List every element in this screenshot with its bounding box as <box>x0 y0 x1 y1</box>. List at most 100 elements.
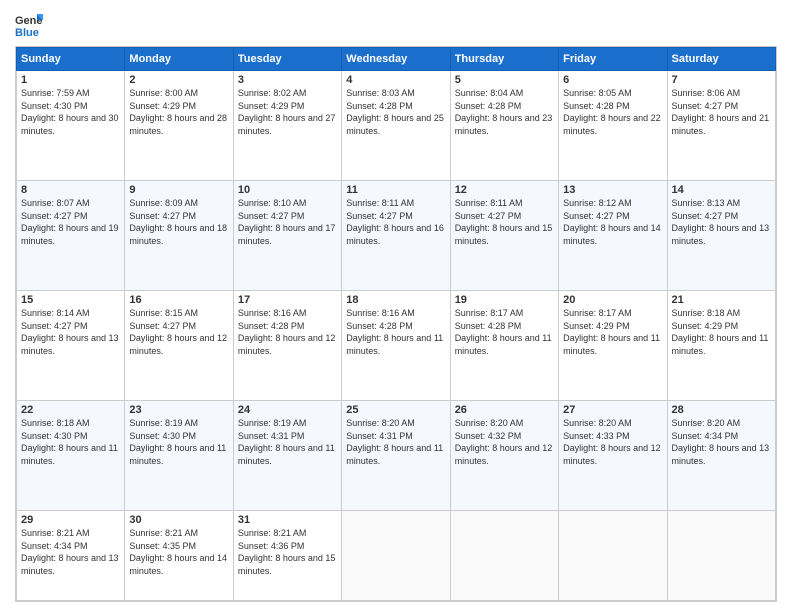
day-info: Sunrise: 8:11 AMSunset: 4:27 PMDaylight:… <box>346 198 444 246</box>
day-cell-10: 10 Sunrise: 8:10 AMSunset: 4:27 PMDayligh… <box>233 181 341 291</box>
day-number: 27 <box>563 404 662 416</box>
day-number: 4 <box>346 74 445 86</box>
day-number: 26 <box>455 404 554 416</box>
day-cell-27: 27 Sunrise: 8:20 AMSunset: 4:33 PMDayligh… <box>559 401 667 511</box>
day-header-sunday: Sunday <box>17 48 125 71</box>
day-info: Sunrise: 8:07 AMSunset: 4:27 PMDaylight:… <box>21 198 119 246</box>
day-info: Sunrise: 8:12 AMSunset: 4:27 PMDaylight:… <box>563 198 661 246</box>
day-cell-28: 28Sunrise: 8:20 AMSunset: 4:34 PMDayligh… <box>667 401 775 511</box>
empty-cell <box>450 511 558 601</box>
day-cell-25: 25 Sunrise: 8:20 AMSunset: 4:31 PMDayligh… <box>342 401 450 511</box>
day-number: 9 <box>129 184 228 196</box>
day-info: Sunrise: 8:21 AMSunset: 4:35 PMDaylight:… <box>129 528 227 576</box>
day-number: 1 <box>21 74 120 86</box>
day-cell-14: 14 Sunrise: 8:13 AMSunset: 4:27 PMDayligh… <box>667 181 775 291</box>
day-info: Sunrise: 8:03 AMSunset: 4:28 PMDaylight:… <box>346 88 444 136</box>
day-info: Sunrise: 8:20 AMSunset: 4:32 PMDaylight:… <box>455 418 553 466</box>
day-cell-19: 19Sunrise: 8:17 AMSunset: 4:28 PMDayligh… <box>450 291 558 401</box>
day-number: 3 <box>238 74 337 86</box>
day-number: 15 <box>21 294 120 306</box>
page-header: General Blue <box>15 10 777 38</box>
day-cell-30: 30 Sunrise: 8:21 AMSunset: 4:35 PMDayligh… <box>125 511 233 601</box>
day-number: 14 <box>672 184 771 196</box>
day-cell-12: 12 Sunrise: 8:11 AMSunset: 4:27 PMDayligh… <box>450 181 558 291</box>
day-number: 20 <box>563 294 662 306</box>
svg-text:Blue: Blue <box>15 27 39 38</box>
day-number: 18 <box>346 294 445 306</box>
day-info: Sunrise: 8:06 AMSunset: 4:27 PMDaylight:… <box>672 88 770 136</box>
day-number: 21 <box>672 294 771 306</box>
day-cell-7: 7 Sunrise: 8:06 AMSunset: 4:27 PMDaylight… <box>667 71 775 181</box>
day-info: Sunrise: 8:09 AMSunset: 4:27 PMDaylight:… <box>129 198 227 246</box>
day-number: 24 <box>238 404 337 416</box>
day-cell-5: 5 Sunrise: 8:04 AMSunset: 4:28 PMDaylight… <box>450 71 558 181</box>
day-info: Sunrise: 8:11 AMSunset: 4:27 PMDaylight:… <box>455 198 553 246</box>
empty-cell <box>559 511 667 601</box>
day-number: 22 <box>21 404 120 416</box>
day-cell-26: 26 Sunrise: 8:20 AMSunset: 4:32 PMDayligh… <box>450 401 558 511</box>
day-info: Sunrise: 8:21 AMSunset: 4:36 PMDaylight:… <box>238 528 336 576</box>
day-number: 5 <box>455 74 554 86</box>
day-cell-29: 29 Sunrise: 8:21 AMSunset: 4:34 PMDayligh… <box>17 511 125 601</box>
day-number: 13 <box>563 184 662 196</box>
day-cell-4: 4 Sunrise: 8:03 AMSunset: 4:28 PMDaylight… <box>342 71 450 181</box>
day-cell-1: 1 Sunrise: 7:59 AMSunset: 4:30 PMDaylight… <box>17 71 125 181</box>
day-number: 8 <box>21 184 120 196</box>
day-info: Sunrise: 8:16 AMSunset: 4:28 PMDaylight:… <box>238 308 336 356</box>
day-number: 7 <box>672 74 771 86</box>
empty-cell <box>667 511 775 601</box>
day-cell-22: 22 Sunrise: 8:18 AMSunset: 4:30 PMDayligh… <box>17 401 125 511</box>
day-number: 12 <box>455 184 554 196</box>
day-cell-3: 3Sunrise: 8:02 AMSunset: 4:29 PMDaylight… <box>233 71 341 181</box>
day-number: 19 <box>455 294 554 306</box>
day-number: 25 <box>346 404 445 416</box>
day-cell-8: 8 Sunrise: 8:07 AMSunset: 4:27 PMDaylight… <box>17 181 125 291</box>
day-info: Sunrise: 8:10 AMSunset: 4:27 PMDaylight:… <box>238 198 336 246</box>
day-number: 31 <box>238 514 337 526</box>
day-info: Sunrise: 7:59 AMSunset: 4:30 PMDaylight:… <box>21 88 119 136</box>
empty-cell <box>342 511 450 601</box>
logo: General Blue <box>15 10 43 38</box>
day-number: 11 <box>346 184 445 196</box>
day-info: Sunrise: 8:05 AMSunset: 4:28 PMDaylight:… <box>563 88 661 136</box>
day-header-friday: Friday <box>559 48 667 71</box>
day-info: Sunrise: 8:14 AMSunset: 4:27 PMDaylight:… <box>21 308 119 356</box>
day-number: 10 <box>238 184 337 196</box>
day-cell-15: 15 Sunrise: 8:14 AMSunset: 4:27 PMDayligh… <box>17 291 125 401</box>
day-info: Sunrise: 8:16 AMSunset: 4:28 PMDaylight:… <box>346 308 443 356</box>
day-cell-17: 17 Sunrise: 8:16 AMSunset: 4:28 PMDayligh… <box>233 291 341 401</box>
day-header-saturday: Saturday <box>667 48 775 71</box>
day-header-monday: Monday <box>125 48 233 71</box>
day-info: Sunrise: 8:17 AMSunset: 4:29 PMDaylight:… <box>563 308 660 356</box>
day-number: 28 <box>672 404 771 416</box>
day-info: Sunrise: 8:15 AMSunset: 4:27 PMDaylight:… <box>129 308 227 356</box>
day-cell-18: 18 Sunrise: 8:16 AMSunset: 4:28 PMDayligh… <box>342 291 450 401</box>
day-info: Sunrise: 8:04 AMSunset: 4:28 PMDaylight:… <box>455 88 553 136</box>
day-info: Sunrise: 8:20 AMSunset: 4:33 PMDaylight:… <box>563 418 661 466</box>
day-info: Sunrise: 8:20 AMSunset: 4:31 PMDaylight:… <box>346 418 443 466</box>
day-number: 6 <box>563 74 662 86</box>
day-info: Sunrise: 8:19 AMSunset: 4:31 PMDaylight:… <box>238 418 335 466</box>
day-info: Sunrise: 8:18 AMSunset: 4:30 PMDaylight:… <box>21 418 118 466</box>
day-cell-24: 24 Sunrise: 8:19 AMSunset: 4:31 PMDayligh… <box>233 401 341 511</box>
day-number: 17 <box>238 294 337 306</box>
day-cell-11: 11 Sunrise: 8:11 AMSunset: 4:27 PMDayligh… <box>342 181 450 291</box>
day-number: 2 <box>129 74 228 86</box>
day-number: 23 <box>129 404 228 416</box>
day-cell-13: 13 Sunrise: 8:12 AMSunset: 4:27 PMDayligh… <box>559 181 667 291</box>
day-cell-2: 2 Sunrise: 8:00 AMSunset: 4:29 PMDaylight… <box>125 71 233 181</box>
day-info: Sunrise: 8:00 AMSunset: 4:29 PMDaylight:… <box>129 88 227 136</box>
day-cell-31: 31 Sunrise: 8:21 AMSunset: 4:36 PMDayligh… <box>233 511 341 601</box>
day-cell-16: 16 Sunrise: 8:15 AMSunset: 4:27 PMDayligh… <box>125 291 233 401</box>
day-info: Sunrise: 8:19 AMSunset: 4:30 PMDaylight:… <box>129 418 226 466</box>
day-number: 30 <box>129 514 228 526</box>
day-cell-21: 21Sunrise: 8:18 AMSunset: 4:29 PMDayligh… <box>667 291 775 401</box>
day-number: 29 <box>21 514 120 526</box>
calendar: SundayMondayTuesdayWednesdayThursdayFrid… <box>15 46 777 602</box>
day-cell-6: 6 Sunrise: 8:05 AMSunset: 4:28 PMDaylight… <box>559 71 667 181</box>
day-info: Sunrise: 8:13 AMSunset: 4:27 PMDaylight:… <box>672 198 770 246</box>
day-number: 16 <box>129 294 228 306</box>
day-header-tuesday: Tuesday <box>233 48 341 71</box>
day-cell-23: 23 Sunrise: 8:19 AMSunset: 4:30 PMDayligh… <box>125 401 233 511</box>
day-info: Sunrise: 8:21 AMSunset: 4:34 PMDaylight:… <box>21 528 119 576</box>
